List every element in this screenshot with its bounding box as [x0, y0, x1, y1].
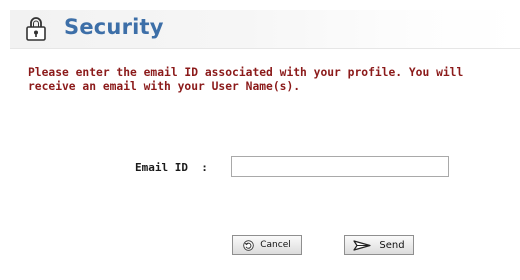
cancel-label: Cancel [260, 240, 291, 250]
page-header: Security [10, 10, 520, 49]
send-button[interactable]: Send [344, 235, 414, 255]
email-input[interactable] [231, 156, 449, 177]
email-label: Email ID : [135, 161, 208, 174]
undo-icon [243, 239, 255, 251]
page-title: Security [64, 15, 164, 39]
cancel-button[interactable]: Cancel [232, 235, 302, 255]
send-label: Send [379, 239, 405, 251]
instruction-message: Please enter the email ID associated wit… [28, 66, 464, 93]
send-arrow-icon [353, 239, 372, 251]
lock-icon [25, 16, 47, 42]
